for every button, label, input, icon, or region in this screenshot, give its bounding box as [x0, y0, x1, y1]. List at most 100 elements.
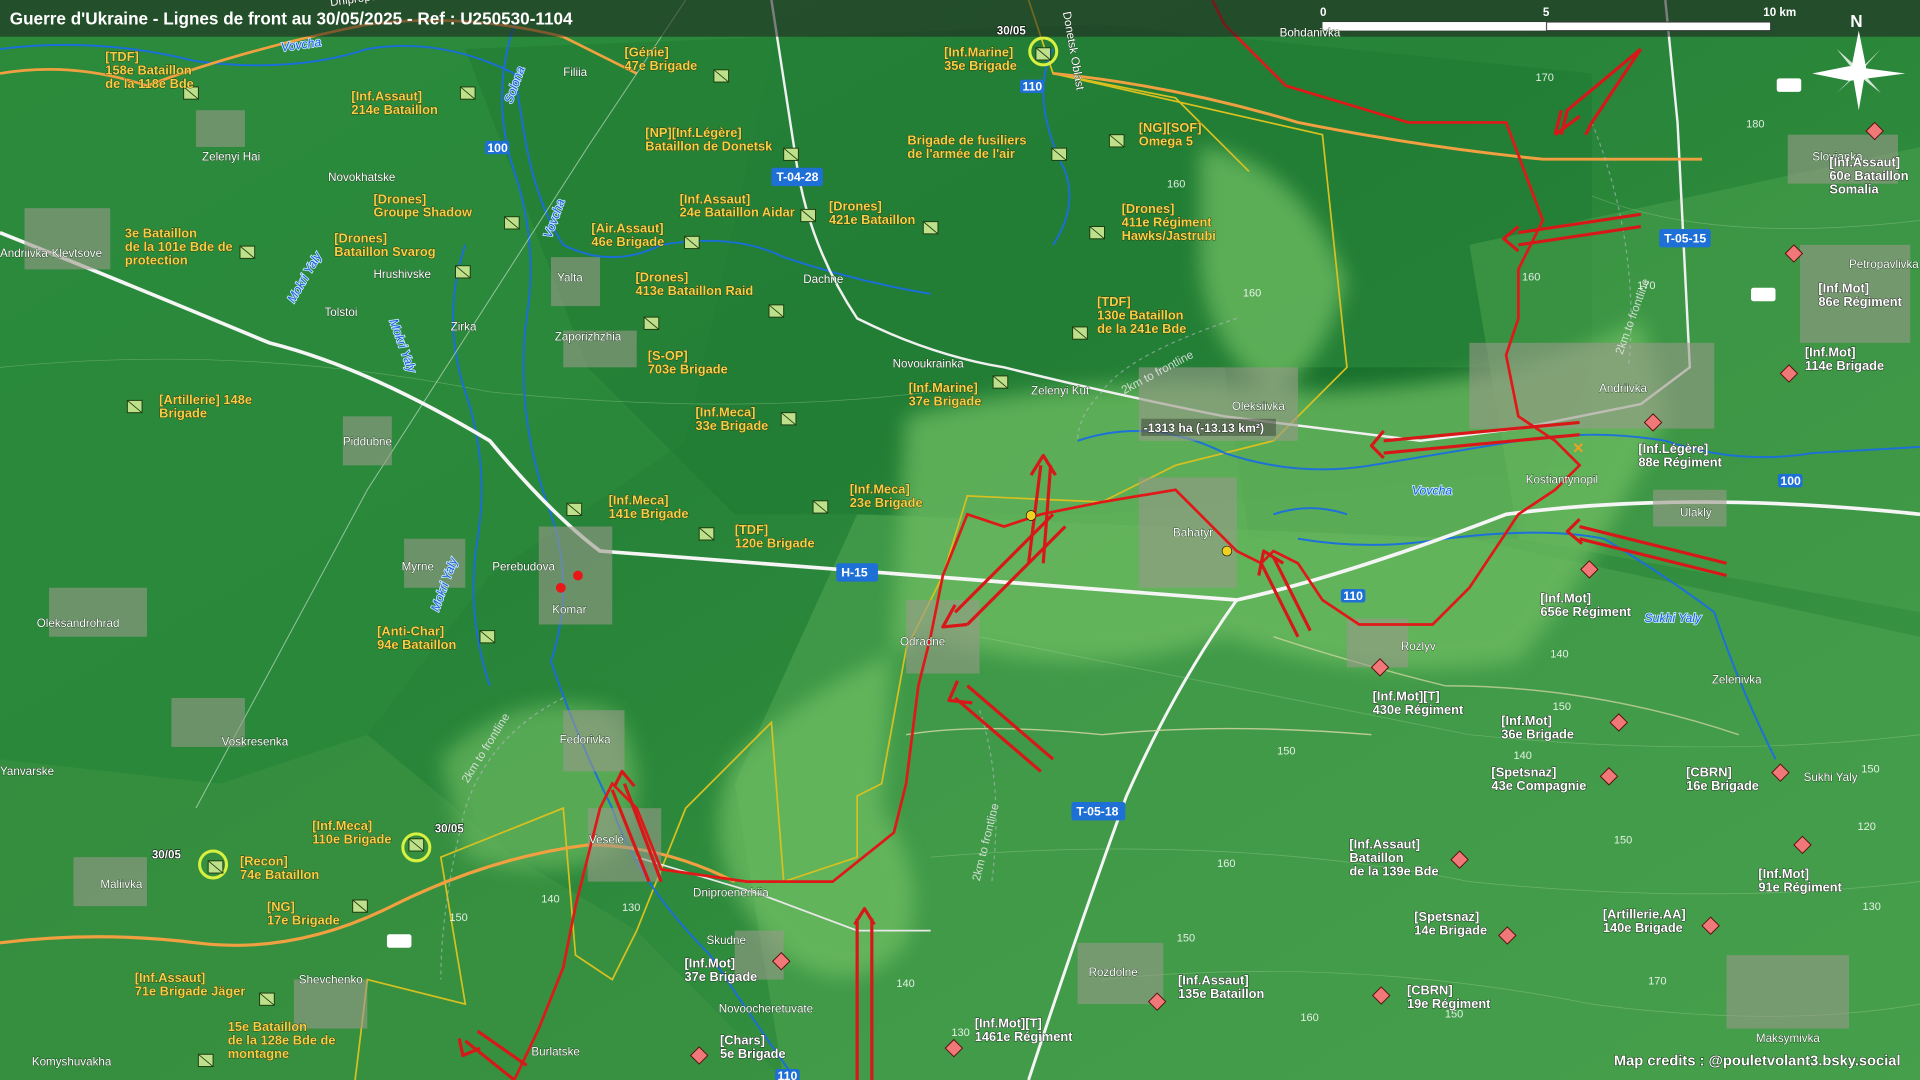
elevation-label: 150 — [1553, 701, 1571, 713]
area-loss-label: -1313 ha (-13.13 km²) — [1144, 421, 1264, 435]
place-label: Oleksiivka — [1232, 400, 1286, 413]
ua-unit-label: 703e Brigade — [648, 361, 728, 376]
ua-unit-label: 141e Brigade — [609, 506, 689, 521]
ru-unit-label: 135e Bataillon — [1178, 986, 1265, 1001]
ua-unit-label: montagne — [228, 1046, 289, 1061]
place-label: Yanvarske — [0, 765, 54, 778]
ru-unit-label: 16e Brigade — [1686, 778, 1759, 793]
place-label: Dachne — [803, 273, 843, 286]
road-number-label: 180 — [1753, 288, 1774, 302]
event-date-label: 30/05 — [152, 848, 182, 861]
ua-unit-label: protection — [125, 252, 188, 267]
place-label: Myrne — [402, 561, 434, 574]
place-label: Maksymivka — [1756, 1032, 1820, 1045]
road-number-label: 110 — [1343, 589, 1363, 603]
elevation-label: 160 — [1243, 287, 1261, 299]
elevation-label: 150 — [449, 912, 467, 924]
place-label: Skudne — [707, 934, 746, 947]
elevation-label: 130 — [1862, 901, 1880, 913]
ru-unit-label: 140e Brigade — [1603, 920, 1683, 935]
place-label: Sukhi Yaly — [1804, 771, 1858, 784]
ua-unit-label: 421e Bataillon — [829, 212, 916, 227]
place-label: Oleksandrohrad — [37, 617, 120, 630]
place-label: Tolstoi — [324, 306, 357, 319]
elevation-label: 140 — [1550, 649, 1568, 661]
ua-unit-label: Omega 5 — [1139, 134, 1193, 149]
road-badge-label: T-05-15 — [1664, 231, 1706, 245]
elevation-label: 160 — [389, 936, 407, 948]
ru-unit-label: de la 139e Bde — [1349, 864, 1438, 879]
map-title: Guerre d'Ukraine - Lignes de front au 30… — [10, 8, 573, 28]
ua-unit-label: Hawks/Jastrubi — [1122, 228, 1216, 243]
road-badge: T-04-28 — [771, 167, 823, 187]
ua-unit-label: 413e Bataillon Raid — [636, 283, 754, 298]
road-number: 100 — [484, 140, 510, 155]
scale-label-5: 5 — [1543, 6, 1550, 19]
road-badge: T-05-15 — [1659, 228, 1711, 248]
place-label: Hrushivske — [373, 268, 431, 281]
place-label: Piddubne — [343, 436, 392, 449]
ua-unit-label: 47e Brigade — [624, 58, 697, 73]
river-label: Sukhi Yaly — [1644, 611, 1702, 625]
river-label: Vovcha — [1412, 484, 1453, 498]
place-label: Zaporizhzhia — [555, 330, 622, 343]
ua-unit-label: 46e Brigade — [591, 234, 664, 249]
place-label: Komyshuvakha — [32, 1055, 112, 1068]
ua-unit-label: 214e Bataillon — [351, 102, 438, 117]
place-label: Voskresenka — [222, 736, 289, 749]
road-number-label: 100 — [487, 141, 508, 155]
ua-unit-label: de la 118e Bde — [105, 76, 194, 91]
place-label: Novoocheretuvate — [719, 1003, 813, 1016]
place-label: Veselé — [589, 834, 624, 847]
ru-unit-label: 5e Brigade — [720, 1046, 786, 1061]
place-label: Filiia — [563, 66, 587, 79]
ua-unit-label: de la 241e Bde — [1097, 321, 1186, 336]
place-label: Maliivka — [100, 878, 143, 891]
road-number-label: 110 — [778, 1069, 798, 1080]
ua-unit-label: Brigade — [159, 406, 207, 421]
title-bar: Guerre d'Ukraine - Lignes de front au 30… — [0, 0, 1920, 37]
road-number: 190 — [1776, 78, 1802, 92]
elevation-label: 130 — [951, 1027, 969, 1039]
ua-unit-label: 37e Brigade — [909, 393, 982, 408]
place-label: Komar — [552, 603, 586, 616]
road-badge-label: H-15 — [841, 566, 868, 580]
place-label: Dniproenerhiia — [693, 886, 769, 899]
frontline-map[interactable]: ✕ Guerre d'Ukraine - Lignes de front au … — [0, 0, 1920, 1080]
elevation-label: 140 — [541, 893, 559, 905]
ru-unit-label: 37e Brigade — [684, 969, 757, 984]
elevation-label: 170 — [1648, 975, 1666, 987]
elevation-label: 170 — [1536, 72, 1554, 84]
ru-unit-label: 43e Compagnie — [1491, 778, 1586, 793]
place-label: Bahatyr — [1173, 526, 1213, 539]
event-date-label: 30/05 — [435, 823, 465, 836]
place-label: Rozlyv — [1401, 640, 1436, 653]
ru-unit-label: Somalia — [1829, 181, 1879, 196]
scale-label-10: 10 km — [1763, 6, 1796, 19]
elevation-label: 180 — [1746, 118, 1764, 130]
road-number: 180 — [1751, 287, 1776, 302]
scale-label-0: 0 — [1320, 6, 1326, 19]
ua-unit-label: 120e Brigade — [735, 535, 815, 550]
ua-unit-label: 71e Brigade Jäger — [135, 984, 246, 999]
ru-unit-label: 86e Régiment — [1818, 294, 1902, 309]
place-label: Andriivka-Klevtsove — [0, 247, 102, 260]
place-label: Odradne — [900, 635, 945, 648]
map-credits: Map credits : @pouletvolant3.bsky.social — [1614, 1053, 1901, 1069]
road-number: 110 — [775, 1068, 800, 1080]
place-label: Novoukrainka — [893, 357, 965, 370]
place-label: Ulakly — [1680, 507, 1712, 520]
ru-unit-label: 114e Brigade — [1805, 358, 1884, 373]
elevation-label: 140 — [1513, 750, 1531, 762]
road-badge: T-05-18 — [1071, 802, 1126, 821]
road-number-label: 100 — [1780, 474, 1801, 488]
elevation-label: 160 — [1167, 178, 1185, 190]
area-loss: -1313 ha (-13.13 km²) — [1141, 418, 1276, 436]
place-label: Perebudova — [492, 561, 555, 574]
road-badge-label: T-04-28 — [776, 170, 818, 184]
elevation-label: 150 — [1177, 933, 1195, 945]
place-label: Zirka — [451, 321, 477, 334]
svg-text:✕: ✕ — [1572, 441, 1584, 457]
ua-unit-label: Groupe Shadow — [373, 205, 472, 220]
ru-unit-label: 91e Régiment — [1758, 879, 1842, 894]
